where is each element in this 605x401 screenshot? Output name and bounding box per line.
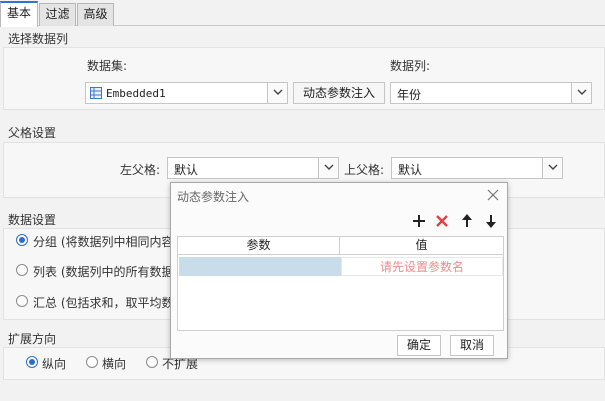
radio-group-label[interactable]: 分组 (将数据列中相同内容的 bbox=[33, 233, 186, 250]
top-parent-label: 上父格: bbox=[344, 163, 385, 177]
dynamic-param-dialog: 动态参数注入 参数 值 请先设置参数名 确定 取消 bbox=[170, 182, 508, 359]
data-settings-title: 数据设置 bbox=[8, 213, 57, 227]
radio-no-expand[interactable] bbox=[146, 356, 158, 368]
chevron-down-icon[interactable] bbox=[267, 83, 287, 103]
data-column-value: 年份 bbox=[397, 88, 422, 102]
expand-direction-title: 扩展方向 bbox=[8, 332, 57, 346]
radio-summary-label[interactable]: 汇总 (包括求和，取平均数 bbox=[33, 294, 174, 311]
delete-icon[interactable] bbox=[435, 214, 449, 228]
radio-horizontal-label[interactable]: 横向 bbox=[102, 355, 126, 372]
value-column-header: 值 bbox=[340, 237, 503, 255]
radio-group[interactable] bbox=[16, 234, 28, 246]
dataset-label: 数据集: bbox=[87, 59, 128, 73]
chevron-down-icon[interactable] bbox=[318, 158, 338, 178]
data-column-select[interactable]: 年份 bbox=[390, 82, 592, 104]
close-icon[interactable] bbox=[487, 189, 499, 201]
param-value-cell[interactable]: 请先设置参数名 bbox=[341, 257, 503, 276]
radio-list[interactable] bbox=[16, 264, 28, 276]
arrow-up-icon[interactable] bbox=[460, 214, 474, 228]
left-parent-label: 左父格: bbox=[120, 163, 161, 177]
param-column-header: 参数 bbox=[178, 237, 340, 255]
left-parent-value: 默认 bbox=[174, 163, 199, 177]
chevron-down-icon[interactable] bbox=[571, 83, 591, 103]
dynamic-param-inject-button[interactable]: 动态参数注入 bbox=[293, 82, 385, 104]
param-name-cell[interactable] bbox=[179, 257, 341, 276]
ok-button[interactable]: 确定 bbox=[397, 335, 441, 356]
tab-advanced[interactable]: 高级 bbox=[77, 3, 114, 26]
radio-vertical-label[interactable]: 纵向 bbox=[42, 355, 66, 372]
chevron-down-icon[interactable] bbox=[542, 158, 562, 178]
cancel-button[interactable]: 取消 bbox=[450, 335, 494, 356]
add-icon[interactable] bbox=[412, 214, 426, 228]
left-parent-select[interactable]: 默认 bbox=[167, 157, 339, 179]
parent-settings-title: 父格设置 bbox=[8, 126, 57, 140]
tab-basic[interactable]: 基本 bbox=[0, 1, 38, 27]
dataset-icon bbox=[90, 87, 102, 99]
param-table: 参数 值 请先设置参数名 bbox=[177, 236, 504, 331]
tab-bar: 基本 过滤 高级 bbox=[0, 0, 605, 27]
dataset-select[interactable]: Embedded1 bbox=[85, 82, 288, 104]
dialog-title: 动态参数注入 bbox=[177, 190, 250, 204]
arrow-down-icon[interactable] bbox=[484, 214, 498, 228]
data-column-label: 数据列: bbox=[390, 59, 431, 73]
radio-vertical[interactable] bbox=[26, 356, 38, 368]
radio-horizontal[interactable] bbox=[86, 356, 98, 368]
select-data-column-title: 选择数据列 bbox=[8, 32, 69, 46]
top-parent-value: 默认 bbox=[398, 163, 423, 177]
top-parent-select[interactable]: 默认 bbox=[391, 157, 563, 179]
radio-summary[interactable] bbox=[16, 295, 28, 307]
dataset-value: Embedded1 bbox=[106, 87, 166, 100]
tab-filter[interactable]: 过滤 bbox=[39, 3, 76, 26]
radio-list-label[interactable]: 列表 (数据列中的所有数据 bbox=[33, 263, 174, 280]
